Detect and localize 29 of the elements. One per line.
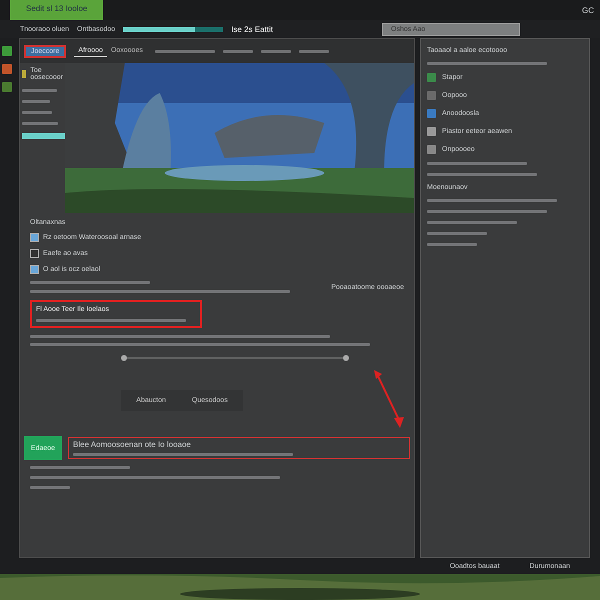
square-icon — [427, 73, 436, 82]
square-icon — [2, 46, 12, 56]
arrow-annotation — [374, 370, 404, 430]
square-icon — [427, 91, 436, 100]
blurred-text — [22, 89, 57, 92]
folder-icon — [22, 70, 26, 78]
blurred-text — [427, 243, 477, 246]
square-icon — [2, 82, 12, 92]
blurred-text — [260, 50, 291, 52]
checkbox[interactable] — [30, 249, 39, 258]
blurred-text — [22, 111, 52, 114]
blurred-text — [30, 486, 70, 489]
square-icon — [427, 109, 436, 118]
square-icon — [427, 127, 436, 136]
square-icon — [427, 145, 436, 154]
square-icon — [2, 64, 12, 74]
blurred-text — [154, 50, 215, 52]
result-line: Blee Aomoosoenan ote Io looaoe — [73, 440, 192, 449]
blurred-text — [427, 232, 487, 235]
site-label: Ise 2s Eattit — [231, 24, 273, 34]
blurred-text — [22, 100, 50, 103]
range-track[interactable] — [120, 353, 350, 363]
blurred-text — [222, 50, 253, 52]
blurred-text — [22, 122, 58, 125]
checkbox[interactable] — [30, 233, 39, 242]
tray-label: GC — [582, 6, 594, 14]
checkbox[interactable] — [30, 265, 39, 274]
app-label: Sedit sl 13 Iooloe — [10, 0, 104, 20]
blurred-text — [298, 50, 329, 52]
